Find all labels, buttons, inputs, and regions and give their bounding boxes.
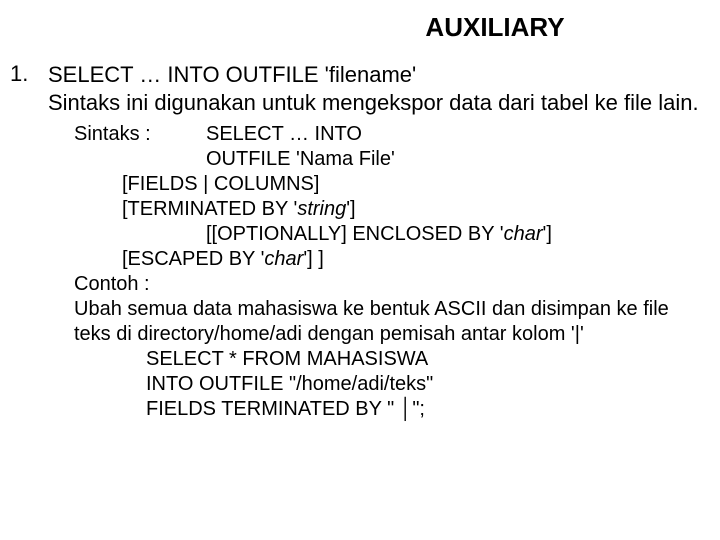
- list-body: SELECT … INTO OUTFILE 'filename' Sintaks…: [48, 61, 700, 116]
- contoh-text: Ubah semua data mahasiswa ke bentuk ASCI…: [74, 297, 700, 347]
- contoh-label: Contoh :: [74, 272, 700, 297]
- syntax-line-2: OUTFILE 'Nama File': [206, 147, 700, 172]
- syntax-line-5: [[OPTIONALLY] ENCLOSED BY 'char']: [206, 222, 700, 247]
- slide-content: AUXILIARY 1. SELECT … INTO OUTFILE 'file…: [0, 0, 720, 432]
- syntax-line-3: [FIELDS | COLUMNS]: [122, 172, 700, 197]
- example-line-2: INTO OUTFILE "/home/adi/teks": [146, 372, 700, 397]
- slide-title: AUXILIARY: [10, 12, 700, 43]
- syntax-line-6: [ESCAPED BY 'char'] ]: [122, 247, 700, 272]
- statement-line-2: Sintaks ini digunakan untuk mengekspor d…: [48, 89, 700, 117]
- list-number: 1.: [10, 61, 48, 87]
- syntax-label: Sintaks :: [74, 122, 206, 172]
- example-line-3: FIELDS TERMINATED BY " │";: [146, 397, 700, 422]
- list-item-1: 1. SELECT … INTO OUTFILE 'filename' Sint…: [10, 61, 700, 116]
- statement-line-1: SELECT … INTO OUTFILE 'filename': [48, 61, 700, 89]
- syntax-block: Sintaks : SELECT … INTO OUTFILE 'Nama Fi…: [74, 122, 700, 422]
- example-line-1: SELECT * FROM MAHASISWA: [146, 347, 700, 372]
- syntax-line-4: [TERMINATED BY 'string']: [122, 197, 700, 222]
- syntax-line-1: SELECT … INTO: [206, 122, 700, 147]
